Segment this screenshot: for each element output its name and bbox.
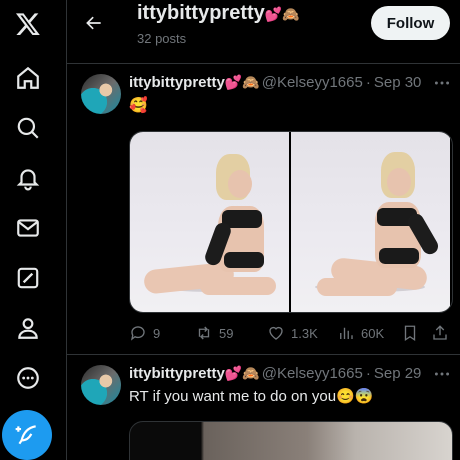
reply-icon <box>130 326 145 341</box>
heart-icon <box>269 326 283 340</box>
bookmark-button[interactable] <box>401 322 425 344</box>
repost-icon <box>198 326 210 340</box>
tweet-author-handle[interactable]: @Kelseyy1665 <box>262 74 363 91</box>
x-logo-icon[interactable] <box>8 4 48 44</box>
separator-dot: · <box>365 74 371 91</box>
tweet[interactable]: ittybittypretty 💕🙈 @Kelseyy1665 · Sep 30… <box>67 64 460 354</box>
share-icon <box>433 325 447 340</box>
views-chart-icon <box>340 327 353 339</box>
notifications-icon <box>16 169 40 191</box>
tweet-author-name[interactable]: ittybittypretty <box>129 365 225 382</box>
tweet-more-button[interactable] <box>432 74 452 92</box>
profile-name: ittybittypretty💕🙈 <box>137 2 300 25</box>
avatar[interactable] <box>81 365 121 405</box>
tweet-text: 🥰 <box>129 97 148 114</box>
x-logo-icon <box>15 13 40 36</box>
repost-count: 59 <box>219 325 234 341</box>
tweet-media[interactable] <box>129 131 453 313</box>
follow-button[interactable]: Follow <box>371 6 450 40</box>
more-icon <box>17 367 39 389</box>
media-photo[interactable] <box>130 132 289 312</box>
compose-icon <box>15 425 36 445</box>
messages-icon <box>17 219 39 237</box>
tweet-author-name[interactable]: ittybittypretty <box>129 74 225 91</box>
app-root: ittybittypretty💕🙈 32 posts Follow ittybi… <box>0 0 460 460</box>
views-button[interactable]: 60K <box>337 322 384 344</box>
compose-post-button[interactable] <box>2 410 52 460</box>
nav-search[interactable] <box>8 108 48 148</box>
tweet-media[interactable] <box>129 421 453 460</box>
tweet-text: RT if you want me to do on you😊😨 <box>129 388 374 405</box>
tweet-header: ittybittypretty 💕🙈 @Kelseyy1665 · Sep 29 <box>129 365 454 382</box>
profile-icon <box>18 318 38 339</box>
view-count: 60K <box>361 325 385 341</box>
tweet-actions: 9 59 1.3K 60K <box>129 322 454 344</box>
side-nav <box>0 0 54 460</box>
tweet-more-button[interactable] <box>432 365 452 383</box>
tweet-date[interactable]: Sep 29 <box>374 365 422 382</box>
like-button[interactable]: 1.3K <box>267 322 318 344</box>
tweet-date[interactable]: Sep 30 <box>374 74 422 91</box>
tweet-header: ittybittypretty 💕🙈 @Kelseyy1665 · Sep 30 <box>129 74 454 91</box>
post-count: 32 posts <box>137 31 187 46</box>
nav-grok[interactable] <box>8 258 48 298</box>
profile-name-text: ittybittypretty <box>137 2 265 24</box>
back-button[interactable] <box>77 6 111 40</box>
nav-messages[interactable] <box>8 208 48 248</box>
separator-dot: · <box>365 365 371 382</box>
more-dots-icon <box>434 372 450 376</box>
home-icon <box>17 66 39 89</box>
grok-icon <box>17 267 39 289</box>
nav-profile[interactable] <box>8 308 48 348</box>
nav-more[interactable] <box>8 358 48 398</box>
back-arrow-icon <box>86 16 101 30</box>
nav-notifications[interactable] <box>8 158 48 198</box>
tweet-author-emoji: 💕🙈 <box>224 365 260 381</box>
nav-home[interactable] <box>8 58 48 98</box>
like-count: 1.3K <box>291 325 318 341</box>
reply-button[interactable]: 9 <box>129 322 160 344</box>
share-button[interactable] <box>431 322 455 344</box>
media-photo[interactable] <box>291 132 450 312</box>
repost-button[interactable]: 59 <box>195 322 233 344</box>
bookmark-icon <box>404 325 416 342</box>
tweet-author-emoji: 💕🙈 <box>224 74 260 90</box>
search-icon <box>17 117 39 139</box>
more-dots-icon <box>434 81 450 85</box>
reply-count: 9 <box>153 325 161 341</box>
profile-name-emoji: 💕🙈 <box>264 6 300 22</box>
profile-header: ittybittypretty💕🙈 32 posts Follow <box>67 0 460 62</box>
avatar[interactable] <box>81 74 121 114</box>
tweet[interactable]: ittybittypretty 💕🙈 @Kelseyy1665 · Sep 29… <box>67 355 460 460</box>
tweet-author-handle[interactable]: @Kelseyy1665 <box>262 365 363 382</box>
